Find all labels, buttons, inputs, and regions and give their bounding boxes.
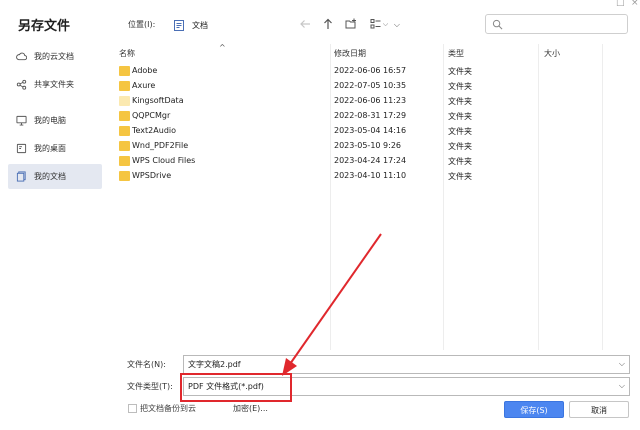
annotation-arrow: [282, 233, 382, 376]
